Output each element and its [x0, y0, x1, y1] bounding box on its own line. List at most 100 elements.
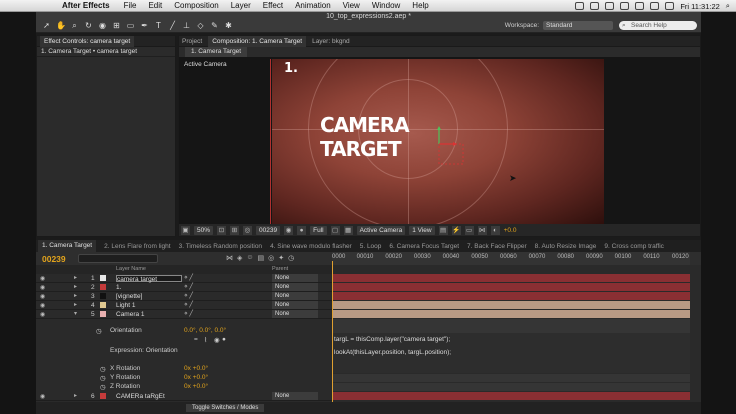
eraser-tool-icon[interactable]: ◇	[196, 21, 205, 30]
fast-preview-icon[interactable]: ⚡	[451, 225, 461, 235]
grid-icon[interactable]: ⊞	[230, 225, 240, 235]
brush-tool-icon[interactable]: ╱	[168, 21, 177, 30]
visibility-icon[interactable]: ◉	[40, 293, 45, 300]
menu-edit[interactable]: Edit	[148, 1, 162, 10]
comp-frame[interactable]: 1. CAMERA TARGET	[272, 59, 604, 224]
volume-icon[interactable]	[635, 2, 645, 10]
label-color-swatch[interactable]	[100, 302, 106, 308]
current-time[interactable]: 00239	[256, 225, 281, 235]
visibility-icon[interactable]: ◉	[40, 393, 45, 400]
display-icon[interactable]	[590, 2, 600, 10]
timeline-search-input[interactable]	[78, 254, 158, 263]
layer-name[interactable]: camera target	[116, 275, 182, 283]
expression-graph-icon[interactable]: ⌇	[204, 336, 207, 344]
time-ruler[interactable]: 0000 00010 00020 00030 00040 00050 00060 00070 0…	[332, 252, 690, 265]
tl-tab-3[interactable]: 3. Timeless Random position	[179, 243, 262, 250]
graph-editor-icon[interactable]: ◷	[288, 254, 294, 262]
tl-tab-5[interactable]: 5. Loop	[360, 243, 382, 250]
visibility-icon[interactable]: ◉	[40, 311, 45, 318]
switches-icon[interactable]: ⋄ ╱	[184, 283, 193, 290]
battery-icon[interactable]	[665, 2, 675, 10]
layer-name[interactable]: Camera 1	[116, 311, 182, 318]
menu-help[interactable]: Help	[412, 1, 428, 10]
twirl-icon[interactable]: ▸	[74, 301, 77, 308]
expression-editor[interactable]: targL = thisComp.layer("camera target");…	[332, 333, 690, 373]
region-interest-icon[interactable]: ▢	[330, 225, 340, 235]
twirl-icon[interactable]: ▸	[74, 283, 77, 290]
tab-project[interactable]: Project	[182, 38, 202, 45]
flag-icon[interactable]	[650, 2, 660, 10]
spotlight-icon[interactable]: ⌕	[726, 1, 730, 11]
resolution-select[interactable]: Full	[310, 225, 327, 235]
label-color-swatch[interactable]	[100, 293, 106, 299]
tl-tab-7[interactable]: 7. Back Face Flipper	[467, 243, 527, 250]
menu-layer[interactable]: Layer	[231, 1, 251, 10]
exposure-value[interactable]: +0.0	[504, 227, 517, 234]
expression-pickwhip-icon[interactable]: ◉	[214, 336, 220, 344]
layer-name[interactable]: [vignette]	[116, 293, 182, 300]
expression-enable-icon[interactable]: =	[194, 336, 198, 343]
col-layer-name[interactable]: Layer Name	[116, 266, 146, 272]
draft-3d-icon[interactable]: ◈	[237, 254, 242, 262]
camera-tool-icon[interactable]: ◉	[98, 21, 107, 30]
x-rotation-value[interactable]: 0x +0.0°	[184, 365, 208, 372]
pen-tool-icon[interactable]: ✒	[140, 21, 149, 30]
expression-line-1[interactable]: targL = thisComp.layer("camera target");	[334, 336, 450, 343]
track-bar-layer-6[interactable]	[332, 392, 690, 400]
label-color-swatch[interactable]	[100, 311, 106, 317]
tl-tab-6[interactable]: 6. Camera Focus Target	[389, 243, 459, 250]
parent-select[interactable]: None	[272, 274, 318, 282]
stopwatch-icon[interactable]: ◷	[96, 327, 102, 335]
puppet-tool-icon[interactable]: ✱	[224, 21, 233, 30]
menu-clock[interactable]: Fri 11:31:22	[680, 2, 719, 11]
parent-select[interactable]: None	[272, 283, 318, 291]
switches-icon[interactable]: ⋄ ╱	[184, 310, 193, 317]
tab-layer[interactable]: Layer: bkgnd	[312, 38, 350, 45]
switches-icon[interactable]: ⋄ ╱	[184, 274, 193, 281]
tab-effect-controls[interactable]: Effect Controls: camera target	[40, 35, 135, 47]
menu-file[interactable]: File	[124, 1, 137, 10]
view-layout-select[interactable]: 1 View	[409, 225, 435, 235]
roto-tool-icon[interactable]: ✎	[210, 21, 219, 30]
flowchart-icon[interactable]: ⋈	[477, 225, 487, 235]
layer-name[interactable]: 1.	[116, 284, 182, 291]
timeline-timecode[interactable]: 00239	[42, 254, 66, 264]
tl-tab-1[interactable]: 1. Camera Target	[38, 240, 97, 252]
track-bar-layer-2[interactable]	[332, 283, 690, 291]
shape-tool-icon[interactable]: ▭	[126, 21, 135, 30]
menu-composition[interactable]: Composition	[174, 1, 218, 10]
timeline-icon[interactable]: ▭	[464, 225, 474, 235]
toggle-switches-modes-button[interactable]: Toggle Switches / Modes	[186, 404, 265, 412]
layer-row-1[interactable]: ◉ ▸ 1 camera target ⋄ ╱ None	[36, 274, 332, 283]
layer-name[interactable]: CAMERa taRgEt	[116, 393, 182, 400]
tab-composition[interactable]: Composition: 1. Camera Target	[208, 35, 307, 47]
label-color-swatch[interactable]	[100, 284, 106, 290]
col-parent[interactable]: Parent	[272, 266, 288, 272]
twirl-icon[interactable]: ▾	[74, 310, 77, 317]
current-time-indicator[interactable]	[332, 261, 333, 414]
workspace-select[interactable]: Standard	[543, 21, 613, 30]
always-preview-icon[interactable]: ▣	[181, 225, 190, 235]
safe-zones-icon[interactable]: ⊡	[217, 225, 227, 235]
twirl-icon[interactable]: ▸	[74, 292, 77, 299]
layer-row-2[interactable]: ◉ ▸ 2 1. ⋄ ╱ None	[36, 283, 332, 292]
switches-icon[interactable]: ⋄ ╱	[184, 292, 193, 299]
exposure-icon[interactable]: ◐	[490, 225, 500, 235]
pan-behind-tool-icon[interactable]: ⊞	[112, 21, 121, 30]
search-help-input[interactable]: ⌕ Search Help	[619, 21, 697, 30]
parent-select[interactable]: None	[272, 292, 318, 300]
y-rotation-value[interactable]: 0x +0.0°	[184, 374, 208, 381]
snapshot-icon[interactable]: ◎	[243, 225, 253, 235]
layer-row-4[interactable]: ◉ ▸ 4 Light 1 ⋄ ╱ None	[36, 301, 332, 310]
dropbox-icon[interactable]	[575, 2, 585, 10]
rotate-tool-icon[interactable]: ↻	[84, 21, 93, 30]
visibility-icon[interactable]: ◉	[40, 284, 45, 291]
motion-blur-icon[interactable]: ◎	[268, 254, 274, 262]
comp-mini-flowchart-icon[interactable]: ⋈	[226, 254, 233, 262]
transparency-grid-icon[interactable]: ▦	[343, 225, 353, 235]
orientation-value[interactable]: 0.0°, 0.0°, 0.0°	[184, 327, 226, 334]
menu-animation[interactable]: Animation	[295, 1, 331, 10]
zoom-tool-icon[interactable]: ⌕	[70, 21, 79, 30]
parent-select[interactable]: None	[272, 310, 318, 318]
expression-line-2[interactable]: lookAt(thisLayer.position, targL.positio…	[334, 349, 451, 356]
